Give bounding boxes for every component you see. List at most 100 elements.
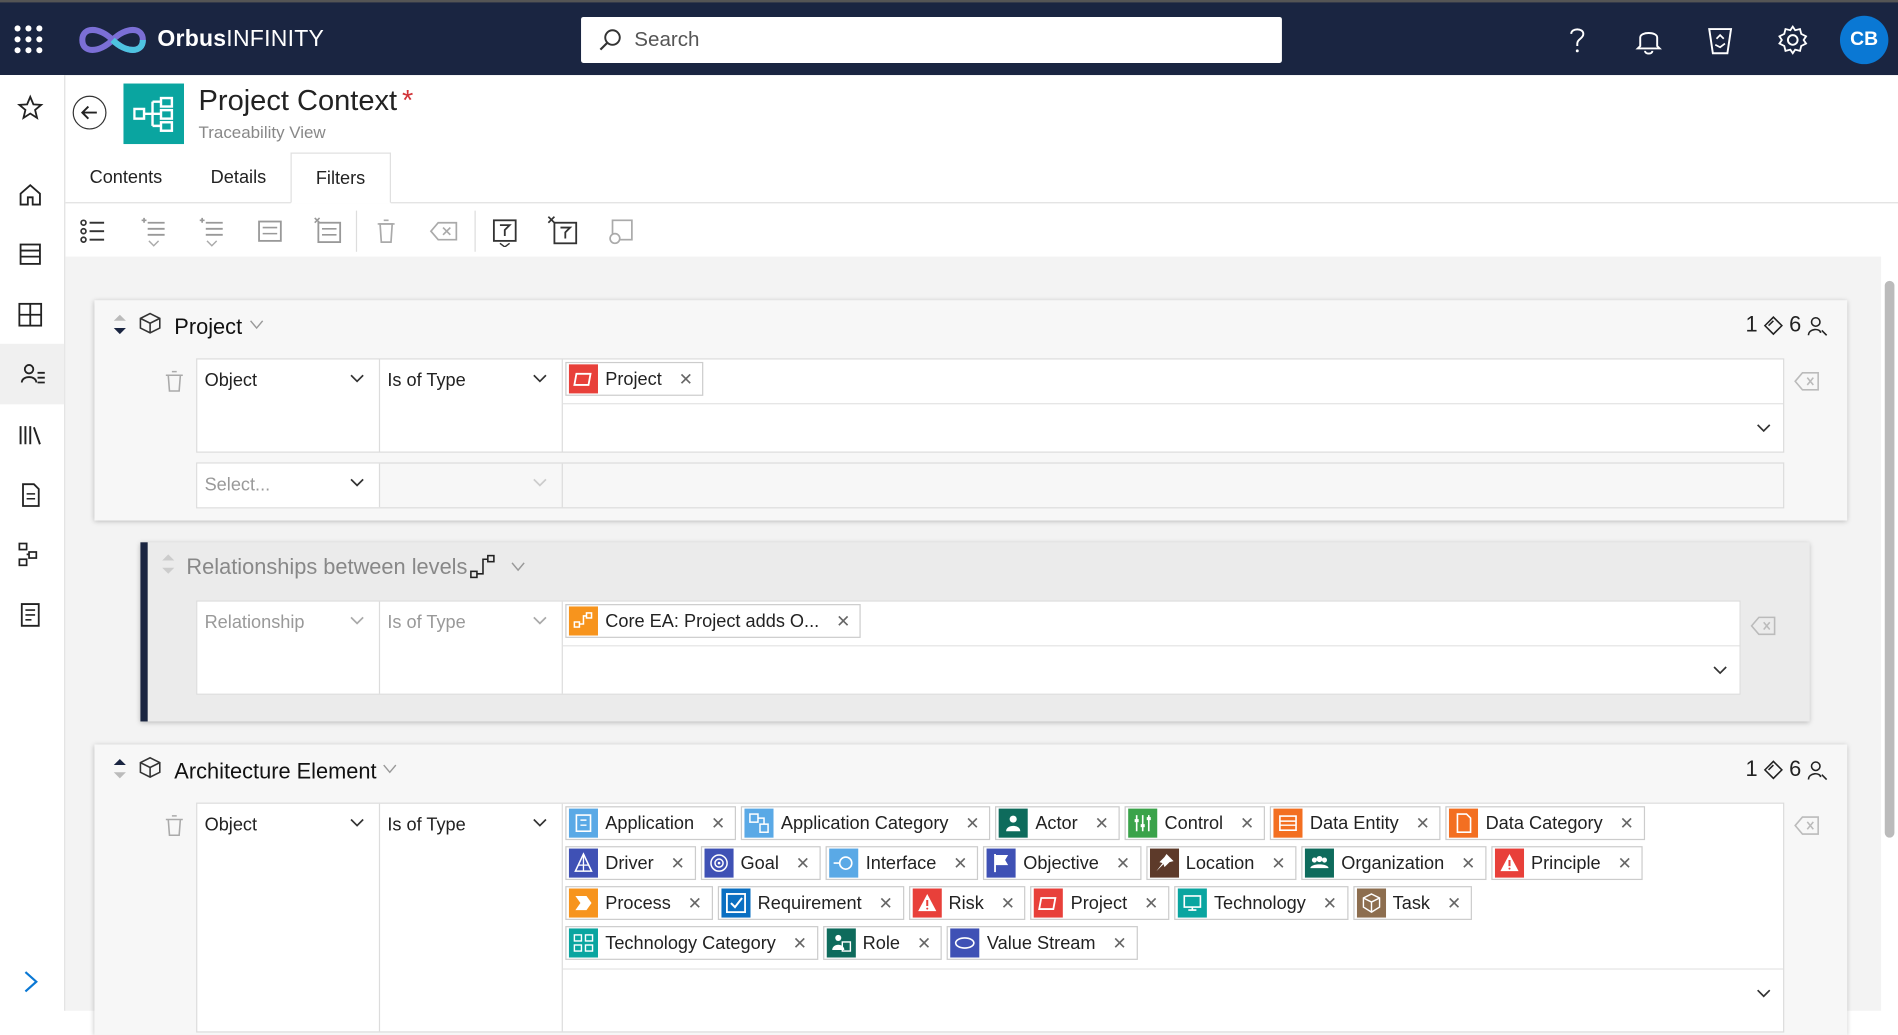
- add-level-below-icon[interactable]: [196, 215, 227, 247]
- search-box[interactable]: [581, 16, 1282, 63]
- remove-chip-icon[interactable]: ✕: [1271, 853, 1285, 874]
- value-chip[interactable]: Actor ✕: [995, 806, 1120, 841]
- value-chip[interactable]: Application Category ✕: [740, 806, 991, 841]
- scrollbar-thumb[interactable]: [1884, 280, 1895, 838]
- delete-trash-icon[interactable]: [370, 215, 401, 246]
- document-icon[interactable]: [15, 479, 46, 510]
- filter-remove-icon[interactable]: [547, 215, 578, 246]
- remove-chip-icon[interactable]: ✕: [879, 893, 893, 914]
- remove-chip-icon[interactable]: ✕: [1112, 933, 1126, 954]
- chevron-down-icon[interactable]: [1756, 422, 1771, 434]
- brand-logo[interactable]: OrbusINFINITY: [75, 19, 324, 60]
- value-chip[interactable]: Role ✕: [822, 926, 943, 960]
- value-chip[interactable]: Process ✕: [565, 886, 713, 920]
- relationship-value-picker[interactable]: Core EA: Project adds O... ✕: [562, 602, 1740, 694]
- remove-chip-icon[interactable]: ✕: [796, 853, 810, 874]
- reports-icon[interactable]: [15, 599, 46, 630]
- value-chip[interactable]: Technology ✕: [1174, 886, 1348, 920]
- app-launcher-icon[interactable]: [14, 25, 44, 54]
- value-picker[interactable]: Project ✕: [562, 360, 1784, 452]
- traceability-icon[interactable]: [15, 539, 46, 570]
- chevron-down-icon[interactable]: [1756, 988, 1771, 1000]
- reorder-arrows-icon[interactable]: [111, 754, 128, 783]
- back-button[interactable]: [72, 95, 107, 130]
- remove-chip-icon[interactable]: ✕: [953, 853, 967, 874]
- search-input[interactable]: [631, 26, 1242, 54]
- title-dropdown-icon[interactable]: [249, 318, 264, 330]
- clear-filter-icon[interactable]: [429, 215, 460, 246]
- chevron-down-icon[interactable]: [1713, 665, 1728, 677]
- library-icon[interactable]: [15, 419, 46, 450]
- relationship-field-select[interactable]: Relationship: [197, 601, 381, 694]
- reorder-arrows-icon[interactable]: [111, 310, 128, 339]
- collapse-level-icon[interactable]: [254, 215, 285, 246]
- dashboard-icon[interactable]: [15, 299, 46, 330]
- delete-row-icon[interactable]: [165, 815, 184, 837]
- favorites-star-icon[interactable]: [15, 92, 46, 123]
- remove-chip-icon[interactable]: ✕: [1447, 893, 1461, 914]
- help-icon[interactable]: [1562, 24, 1593, 55]
- stakeholders-icon[interactable]: [0, 343, 65, 405]
- value-chip[interactable]: Objective ✕: [983, 846, 1141, 881]
- tab-contents[interactable]: Contents: [65, 153, 186, 203]
- value-chip[interactable]: Driver ✕: [565, 846, 696, 881]
- settings-gear-icon[interactable]: [1777, 24, 1808, 55]
- remove-chip-icon[interactable]: ✕: [688, 893, 702, 914]
- field-select[interactable]: Object: [197, 803, 381, 1032]
- add-level-above-icon[interactable]: [138, 215, 169, 247]
- value-chip[interactable]: Value Stream ✕: [946, 926, 1138, 960]
- value-chip[interactable]: Requirement ✕: [717, 886, 904, 920]
- value-chip[interactable]: Risk ✕: [908, 886, 1026, 920]
- remove-chip-icon[interactable]: ✕: [671, 853, 685, 874]
- value-chip[interactable]: Location ✕: [1145, 846, 1297, 881]
- filter-settings-icon[interactable]: [605, 215, 636, 246]
- title-dropdown-icon[interactable]: [511, 560, 526, 572]
- value-chip[interactable]: Technology Category ✕: [565, 926, 818, 960]
- clear-row-icon[interactable]: [1794, 370, 1821, 392]
- tab-filters[interactable]: Filters: [290, 152, 391, 204]
- relationship-operator-select[interactable]: Is of Type: [380, 601, 563, 694]
- operator-select[interactable]: Is of Type: [380, 359, 563, 452]
- remove-level-icon[interactable]: [312, 215, 343, 246]
- field-select[interactable]: Select...: [197, 463, 381, 508]
- value-chip[interactable]: Data Category ✕: [1445, 806, 1645, 841]
- remove-chip-icon[interactable]: ✕: [679, 369, 693, 390]
- expand-nav-chevron-icon[interactable]: [15, 966, 46, 997]
- value-chip[interactable]: Project ✕: [1030, 886, 1170, 920]
- operator-select[interactable]: Is of Type: [380, 803, 563, 1032]
- reorder-arrows-icon[interactable]: [160, 550, 177, 579]
- remove-chip-icon[interactable]: ✕: [836, 611, 850, 632]
- value-chip[interactable]: Project ✕: [565, 361, 704, 396]
- value-chip[interactable]: Interface ✕: [825, 846, 979, 881]
- remove-chip-icon[interactable]: ✕: [1240, 813, 1254, 834]
- value-chip[interactable]: Application ✕: [565, 806, 737, 841]
- tab-details[interactable]: Details: [186, 153, 290, 203]
- home-icon[interactable]: [15, 179, 46, 210]
- notification-bell-icon[interactable]: [1633, 24, 1664, 55]
- value-chip[interactable]: Data Entity ✕: [1269, 806, 1441, 841]
- remove-chip-icon[interactable]: ✕: [965, 813, 979, 834]
- filter-add-icon[interactable]: [489, 215, 520, 247]
- user-avatar[interactable]: CB: [1839, 15, 1889, 65]
- remove-chip-icon[interactable]: ✕: [1095, 813, 1109, 834]
- remove-chip-icon[interactable]: ✕: [1144, 893, 1158, 914]
- repository-icon[interactable]: [15, 238, 46, 269]
- value-chip[interactable]: Task ✕: [1352, 886, 1473, 920]
- vertical-scrollbar[interactable]: [1881, 256, 1898, 1011]
- clear-row-icon[interactable]: [1750, 615, 1777, 637]
- remove-chip-icon[interactable]: ✕: [1620, 813, 1634, 834]
- field-select[interactable]: Object: [197, 359, 381, 452]
- recycle-bin-icon[interactable]: [1704, 24, 1735, 55]
- list-view-icon[interactable]: [77, 215, 108, 246]
- value-chip[interactable]: Organization ✕: [1301, 846, 1487, 881]
- value-chip[interactable]: Goal ✕: [700, 846, 821, 881]
- clear-row-icon[interactable]: [1794, 815, 1821, 837]
- value-chip[interactable]: Core EA: Project adds O... ✕: [565, 604, 862, 638]
- value-chip[interactable]: Control ✕: [1124, 806, 1266, 841]
- remove-chip-icon[interactable]: ✕: [1461, 853, 1475, 874]
- title-dropdown-icon[interactable]: [383, 763, 398, 775]
- remove-chip-icon[interactable]: ✕: [1001, 893, 1015, 914]
- remove-chip-icon[interactable]: ✕: [793, 933, 807, 954]
- remove-chip-icon[interactable]: ✕: [1416, 813, 1430, 834]
- remove-chip-icon[interactable]: ✕: [1618, 853, 1632, 874]
